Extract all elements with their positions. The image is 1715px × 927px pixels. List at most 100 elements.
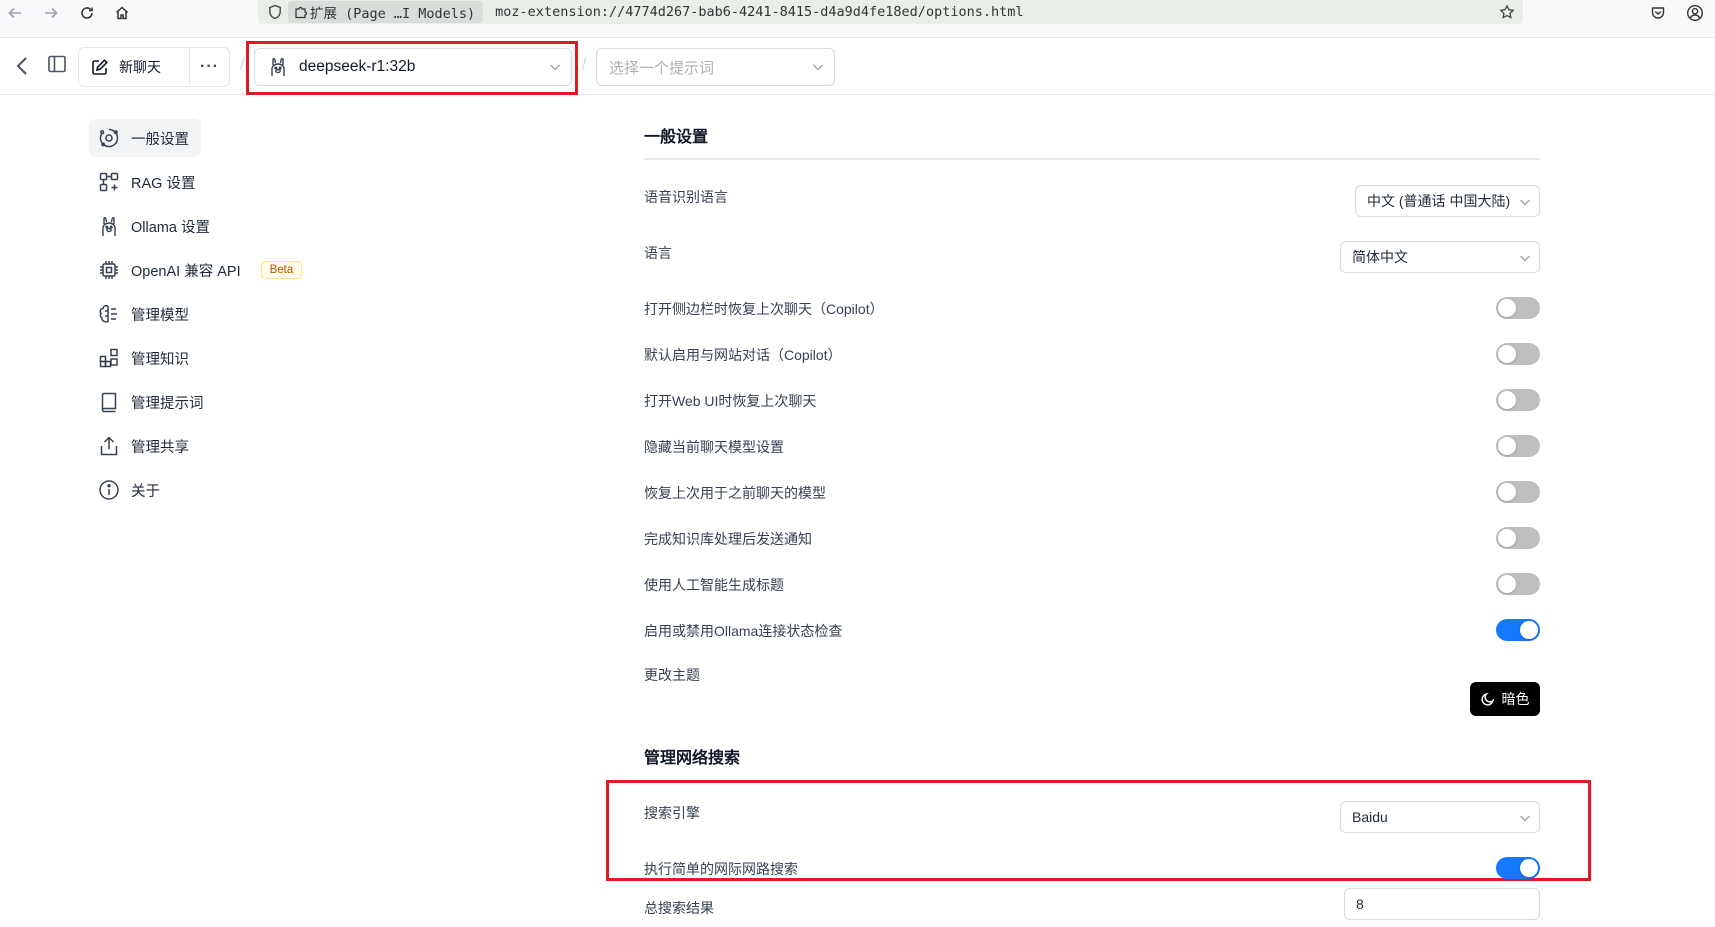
simple-search-toggle[interactable] <box>1496 857 1540 879</box>
sidebar-item-openai[interactable]: OpenAI 兼容 API Beta <box>89 251 303 289</box>
chip-icon <box>97 258 121 282</box>
extension-chip[interactable]: 扩展 (Page …I Models) <box>288 1 484 23</box>
model-select-value: deepseek-r1:32b <box>299 58 416 75</box>
brain-icon <box>97 302 121 326</box>
rag-icon <box>97 170 121 194</box>
prompt-select-placeholder: 选择一个提示词 <box>609 59 715 77</box>
toggle-row-label: 启用或禁用Ollama连接状态检查 <box>644 623 843 639</box>
sidebar-item-label: RAG 设置 <box>131 175 196 192</box>
moon-icon <box>1480 692 1494 706</box>
url-bar[interactable]: 扩展 (Page …I Models) moz-extension://4774… <box>258 0 1523 24</box>
shield-icon[interactable] <box>262 0 288 24</box>
back-arrow-icon[interactable] <box>2 2 28 24</box>
speech-language-value: 中文 (普通话 中国大陆) <box>1367 193 1511 209</box>
more-dots-icon: ··· <box>200 58 219 75</box>
website-chat-default-toggle[interactable] <box>1496 343 1540 365</box>
section-title-general: 一般设置 <box>644 129 709 146</box>
restore-chat-webui-toggle[interactable] <box>1496 389 1540 411</box>
sidebar-item-label: 管理共享 <box>131 439 189 456</box>
chevron-down-icon <box>813 64 823 71</box>
sidebar-item-models[interactable]: 管理模型 <box>89 295 189 333</box>
dark-theme-button[interactable]: 暗色 <box>1470 682 1540 716</box>
account-icon[interactable] <box>1684 2 1706 24</box>
section-divider <box>644 158 1540 160</box>
language-select[interactable]: 简体中文 <box>1340 241 1540 273</box>
prompt-select[interactable]: 选择一个提示词 <box>596 48 835 86</box>
puzzle-icon <box>295 6 308 19</box>
toggle-row-label: 隐藏当前聊天模型设置 <box>644 439 784 455</box>
more-options-button[interactable]: ··· <box>190 48 229 86</box>
speech-language-label: 语音识别语言 <box>644 189 728 205</box>
toggle-row-label: 打开Web UI时恢复上次聊天 <box>644 393 817 409</box>
chat-actions-group: 新聊天 ··· <box>78 47 230 87</box>
sidebar-item-label: 管理提示词 <box>131 395 204 412</box>
llama-icon <box>267 56 289 78</box>
dark-theme-label: 暗色 <box>1501 691 1530 707</box>
sidebar-item-label: 管理模型 <box>131 307 189 324</box>
ollama-status-check-toggle[interactable] <box>1496 619 1540 641</box>
toggle-row-label: 打开侧边栏时恢复上次聊天（Copilot） <box>644 301 884 317</box>
new-chat-label: 新聊天 <box>119 59 161 75</box>
breadcrumb-separator: / <box>582 56 587 73</box>
reload-icon[interactable] <box>74 2 100 24</box>
total-results-input[interactable]: 8 <box>1344 888 1540 920</box>
edit-icon <box>92 59 108 75</box>
extension-chip-label: 扩展 (Page …I Models) <box>310 6 476 22</box>
forward-arrow-icon[interactable] <box>38 2 64 24</box>
sidebar-item-label: 关于 <box>131 483 160 500</box>
pocket-icon[interactable] <box>1647 2 1669 24</box>
beta-badge: Beta <box>260 261 303 279</box>
browser-toolbar: 扩展 (Page …I Models) moz-extension://4774… <box>0 0 1715 38</box>
sidebar-toggle-icon[interactable] <box>45 52 69 76</box>
search-engine-label: 搜索引擎 <box>644 805 700 821</box>
sidebar-item-label: 一般设置 <box>131 131 189 148</box>
sidebar-item-share[interactable]: 管理共享 <box>89 427 189 465</box>
info-icon <box>97 478 121 502</box>
sidebar-item-prompts[interactable]: 管理提示词 <box>89 383 204 421</box>
sidebar-item-rag[interactable]: RAG 设置 <box>89 163 195 201</box>
book-icon <box>97 390 121 414</box>
total-results-label: 总搜索结果 <box>644 900 714 916</box>
chevron-down-icon <box>1520 815 1530 822</box>
sidebar-item-label: 管理知识 <box>131 351 189 368</box>
simple-search-label: 执行简单的网际网路搜索 <box>644 861 798 877</box>
back-chevron-icon[interactable] <box>10 54 34 78</box>
search-engine-select[interactable]: Baidu <box>1340 801 1540 833</box>
ai-title-toggle[interactable] <box>1496 573 1540 595</box>
llama-icon <box>97 214 121 238</box>
language-label: 语言 <box>644 245 672 261</box>
theme-label: 更改主题 <box>644 667 700 683</box>
settings-orbit-icon <box>97 126 121 150</box>
url-text[interactable]: moz-extension://4774d267-bab6-4241-8415-… <box>495 4 1023 20</box>
section-title-web-search: 管理网络搜索 <box>644 750 741 767</box>
chevron-down-icon <box>550 64 560 71</box>
toggle-row-label: 默认启用与网站对话（Copilot） <box>644 347 842 363</box>
sidebar-item-knowledge[interactable]: 管理知识 <box>89 339 189 377</box>
new-chat-button[interactable]: 新聊天 <box>79 48 190 86</box>
bookmark-star-icon[interactable] <box>1497 2 1517 22</box>
sidebar-item-ollama[interactable]: Ollama 设置 <box>89 207 210 245</box>
sidebar-item-label: OpenAI 兼容 API <box>131 263 241 280</box>
restore-last-model-toggle[interactable] <box>1496 481 1540 503</box>
chevron-down-icon <box>1520 199 1530 206</box>
hide-model-settings-toggle[interactable] <box>1496 435 1540 457</box>
speech-language-select[interactable]: 中文 (普通话 中国大陆) <box>1355 185 1540 217</box>
total-results-value: 8 <box>1356 896 1364 912</box>
search-engine-value: Baidu <box>1352 809 1388 825</box>
language-value: 简体中文 <box>1352 249 1408 265</box>
breadcrumb-separator: / <box>240 56 245 73</box>
restore-chat-sidebar-toggle[interactable] <box>1496 297 1540 319</box>
sidebar-item-about[interactable]: 关于 <box>89 471 160 509</box>
sidebar-item-label: Ollama 设置 <box>131 219 210 236</box>
app-header: 新聊天 ··· / deepseek-r1:32b / 选择一个提示词 <box>0 38 1715 95</box>
home-icon[interactable] <box>109 2 135 24</box>
sidebar-item-general[interactable]: 一般设置 <box>89 119 201 157</box>
toggle-row-label: 完成知识库处理后发送通知 <box>644 531 812 547</box>
chevron-down-icon <box>1520 255 1530 262</box>
blocks-icon <box>97 346 121 370</box>
share-icon <box>97 434 121 458</box>
knowledge-notify-toggle[interactable] <box>1496 527 1540 549</box>
toggle-row-label: 使用人工智能生成标题 <box>644 577 784 593</box>
model-select[interactable]: deepseek-r1:32b <box>254 48 572 86</box>
toggle-row-label: 恢复上次用于之前聊天的模型 <box>644 485 826 501</box>
